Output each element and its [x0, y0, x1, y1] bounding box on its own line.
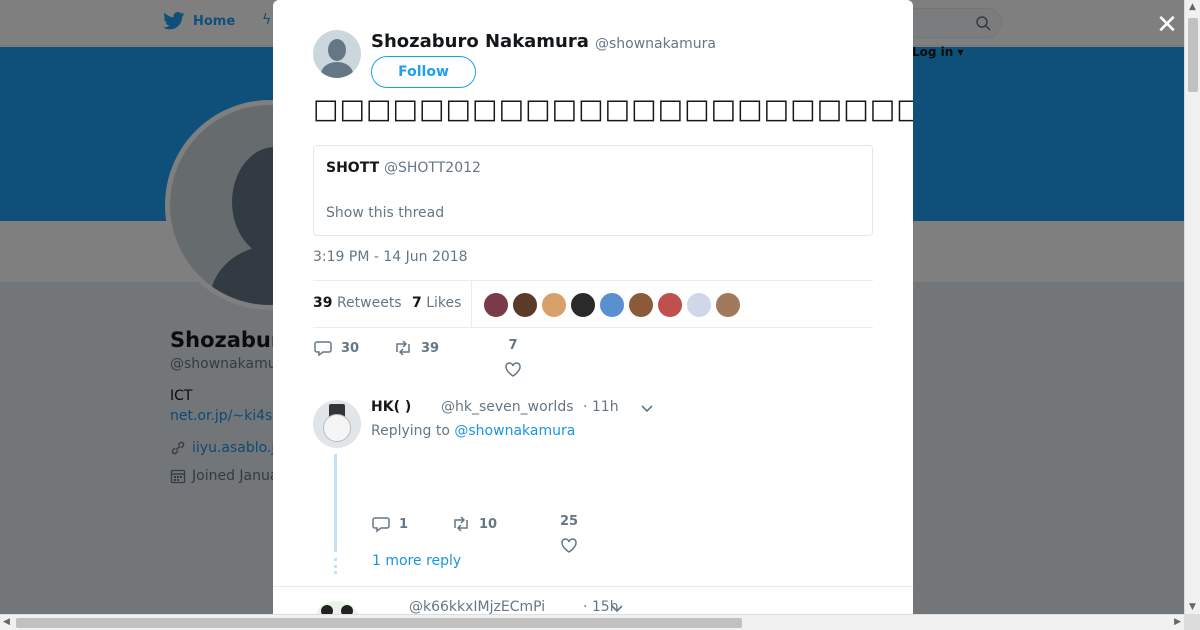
reply-time[interactable]: · 11h — [583, 399, 619, 415]
liker-avatar[interactable] — [628, 292, 654, 318]
quote-author-name: SHOTT — [326, 160, 380, 176]
reply-reply-count: 1 — [399, 516, 409, 532]
tweet-stats: 39 Retweets 7 Likes — [313, 280, 873, 328]
retweet-stat[interactable]: 39 Retweets — [313, 295, 402, 311]
replying-to: Replying to @shownakamura — [371, 423, 575, 439]
author-avatar[interactable] — [313, 30, 361, 78]
scroll-up-icon[interactable]: ▲ — [1189, 2, 1196, 12]
heart-icon — [561, 538, 577, 553]
replying-to-prefix: Replying to — [371, 423, 450, 439]
chevron-down-icon[interactable] — [639, 400, 655, 416]
reply-tweet-2[interactable]: @k66kkxIMjzECmPi · 15h — [273, 586, 913, 614]
liker-avatar[interactable] — [686, 292, 712, 318]
thread-line — [334, 454, 337, 552]
retweet-stat-count: 39 — [313, 295, 333, 311]
stats-divider — [471, 281, 472, 327]
reply-author-name[interactable]: HK( ) — [371, 399, 411, 415]
reply-icon — [314, 341, 332, 357]
scroll-left-icon[interactable]: ◀ — [3, 617, 10, 627]
retweet-button[interactable]: 39 — [393, 338, 439, 358]
more-replies-link[interactable]: 1 more reply — [372, 553, 461, 569]
reply-retweet-count: 10 — [479, 516, 498, 532]
heart-icon — [505, 362, 521, 377]
liker-avatar[interactable] — [570, 292, 596, 318]
tweet-text: □□□□□□□□□□□□□□□□□□□□□□□□□□□□□□□□□□□□□□□□… — [313, 94, 913, 125]
reply-like-button[interactable]: 25 — [559, 514, 579, 555]
reply-avatar[interactable] — [313, 400, 361, 448]
tweet-actions: 30 39 7 — [313, 338, 613, 384]
scroll-down-icon[interactable]: ▼ — [1189, 602, 1196, 612]
chevron-down-icon[interactable] — [609, 600, 625, 614]
scroll-right-icon[interactable]: ▶ — [1174, 617, 1181, 627]
reply-count: 30 — [341, 340, 360, 356]
liker-avatars — [483, 292, 741, 318]
like-count: 7 — [508, 338, 518, 353]
liker-avatar[interactable] — [512, 292, 538, 318]
like-stat[interactable]: 7 Likes — [412, 295, 461, 311]
quoted-tweet[interactable]: SHOTT @SHOTT2012 Show this thread — [313, 145, 873, 236]
retweet-stat-label: Retweets — [336, 295, 402, 311]
like-stat-count: 7 — [412, 295, 422, 311]
quote-author-handle: @SHOTT2012 — [384, 160, 481, 176]
liker-avatar[interactable] — [541, 292, 567, 318]
close-icon[interactable]: ✕ — [1154, 12, 1180, 38]
thread-dots — [334, 558, 337, 574]
like-stat-label: Likes — [426, 295, 462, 311]
retweet-count: 39 — [421, 340, 440, 356]
replying-to-link[interactable]: @shownakamura — [454, 423, 575, 439]
vertical-scroll-thumb[interactable] — [1188, 18, 1198, 92]
liker-avatar[interactable] — [657, 292, 683, 318]
scrollbar-corner — [1184, 614, 1200, 630]
liker-avatar[interactable] — [483, 292, 509, 318]
author-name[interactable]: Shozaburo Nakamura — [371, 31, 589, 52]
vertical-scrollbar[interactable]: ▲ ▼ — [1184, 0, 1200, 614]
horizontal-scroll-thumb[interactable] — [16, 618, 742, 628]
retweet-icon — [454, 516, 468, 532]
reply-retweet-button[interactable]: 10 — [451, 514, 497, 534]
reply-button[interactable]: 30 — [313, 338, 359, 358]
show-thread-link[interactable]: Show this thread — [326, 205, 444, 221]
like-button[interactable]: 7 — [503, 338, 523, 379]
reply-2-handle[interactable]: @k66kkxIMjzECmPi — [409, 599, 545, 614]
follow-button[interactable]: Follow — [371, 56, 476, 88]
reply-author-handle[interactable]: @hk_seven_worlds — [441, 399, 574, 415]
reply-2-avatar[interactable] — [313, 601, 361, 614]
reply-like-count: 25 — [559, 514, 579, 529]
horizontal-scrollbar[interactable]: ◀ ▶ — [0, 614, 1184, 630]
liker-avatar[interactable] — [599, 292, 625, 318]
tweet-timestamp[interactable]: 3:19 PM - 14 Jun 2018 — [313, 249, 468, 265]
author-handle[interactable]: @shownakamura — [595, 36, 716, 52]
liker-avatar[interactable] — [715, 292, 741, 318]
retweet-icon — [396, 340, 410, 356]
reply-icon — [372, 517, 390, 533]
reply-reply-button[interactable]: 1 — [371, 514, 408, 534]
tweet-modal: Shozaburo Nakamura @shownakamura Follow … — [273, 0, 913, 614]
